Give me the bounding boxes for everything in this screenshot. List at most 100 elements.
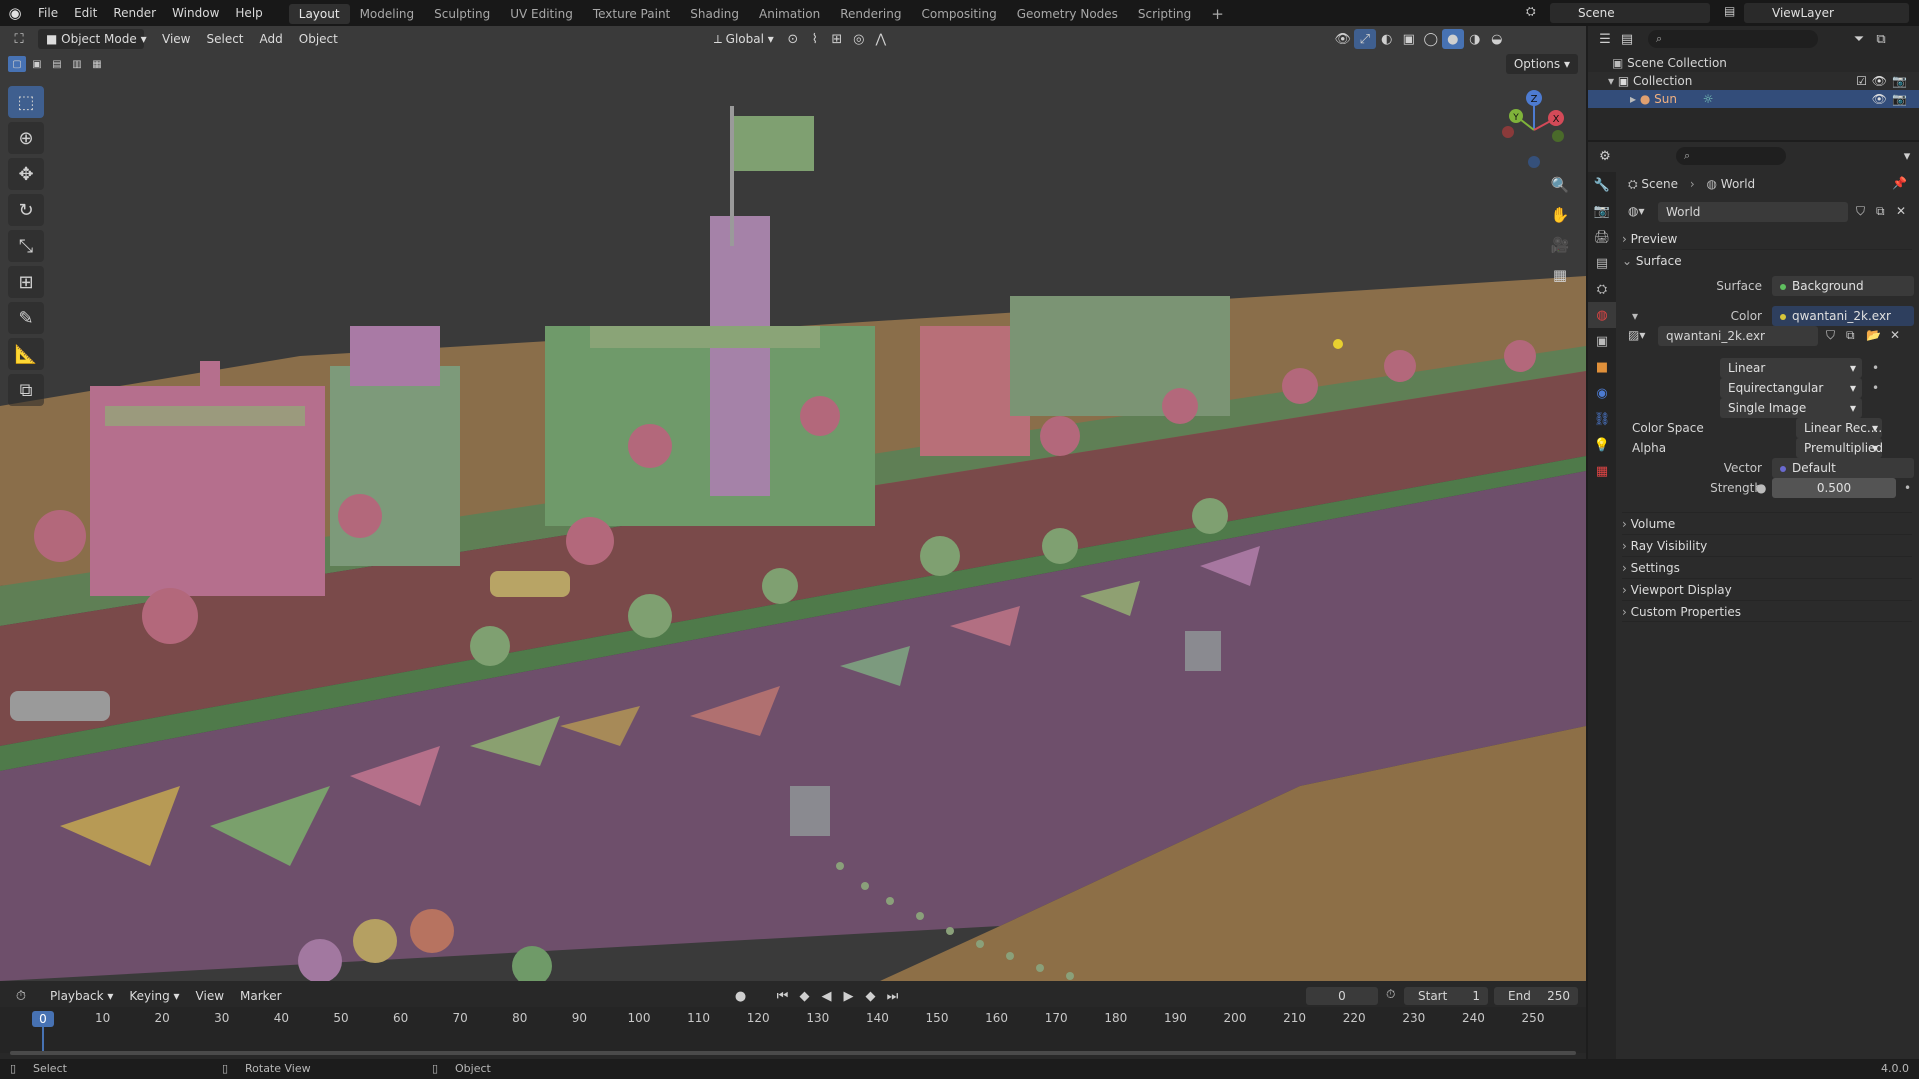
timeline-editor-icon[interactable]: ⏱ xyxy=(10,986,32,1006)
visibility-icon[interactable]: 👁 xyxy=(1332,29,1354,49)
world-name-field[interactable]: World xyxy=(1658,202,1848,222)
menu-object[interactable]: Object xyxy=(291,29,346,49)
playhead[interactable]: 0 xyxy=(32,1011,54,1027)
render-camera-icon[interactable]: 📷 xyxy=(1892,72,1907,90)
color-input-field[interactable]: qwantani_2k.exr xyxy=(1772,306,1914,326)
properties-search-input[interactable]: ⌕ xyxy=(1676,147,1786,165)
render-tab-icon[interactable]: 📷 xyxy=(1588,198,1616,224)
filter-icon[interactable]: ⏷ xyxy=(1848,29,1870,49)
sun-data-icon[interactable]: ☼ xyxy=(1703,92,1714,106)
select-intersect-icon[interactable]: ▦ xyxy=(88,56,106,72)
image-fake-user-icon[interactable]: ⛉ xyxy=(1826,328,1835,343)
visibility-eye-icon[interactable]: 👁 xyxy=(1872,72,1887,90)
outliner-row-sun[interactable]: ▸ ● Sun ☼ 👁 📷 xyxy=(1588,90,1919,108)
rotate-tool-icon[interactable]: ↻ xyxy=(8,194,44,226)
camera-view-icon[interactable]: 🎥 xyxy=(1546,232,1574,258)
projection-dropdown[interactable]: Equirectangular ▾ xyxy=(1720,378,1862,398)
ray-visibility-panel-header[interactable]: › Ray Visibility xyxy=(1622,534,1912,556)
tool-tab-icon[interactable]: 🔧 xyxy=(1588,172,1616,198)
scene-tab-icon[interactable]: ⛭ xyxy=(1588,276,1616,302)
transform-tool-icon[interactable]: ⊞ xyxy=(8,266,44,298)
keyframe-dot-icon[interactable]: • xyxy=(1904,478,1911,498)
tab-texture-paint[interactable]: Texture Paint xyxy=(583,4,680,24)
editor-type-icon[interactable]: ⛶ xyxy=(8,29,30,49)
expand-arrow-icon[interactable]: ▾ xyxy=(1608,74,1618,88)
unlink-icon[interactable]: ✕ xyxy=(1896,204,1906,218)
outliner-search-input[interactable]: ⌕ xyxy=(1648,30,1818,48)
properties-options-icon[interactable]: ▾ xyxy=(1896,146,1918,166)
falloff-icon[interactable]: ⋀ xyxy=(870,29,892,49)
jump-start-icon[interactable]: ⏮ xyxy=(772,986,794,1006)
select-subtract-icon[interactable]: ▤ xyxy=(48,56,66,72)
tab-rendering[interactable]: Rendering xyxy=(830,4,911,24)
object-tab-icon[interactable]: ■ xyxy=(1588,354,1616,380)
collection-tab-icon[interactable]: ▣ xyxy=(1588,328,1616,354)
world-browse-icon[interactable]: ◍▾ xyxy=(1628,204,1645,218)
menu-window[interactable]: Window xyxy=(164,0,227,26)
annotate-tool-icon[interactable]: ✎ xyxy=(8,302,44,334)
prev-keyframe-icon[interactable]: ◆ xyxy=(794,986,816,1006)
scene-selector-icon[interactable]: ⛭ xyxy=(1526,4,1536,19)
tab-layout[interactable]: Layout xyxy=(288,3,350,24)
overlay-icon[interactable]: ◐ xyxy=(1376,29,1398,49)
image-name-field[interactable]: qwantani_2k.exr xyxy=(1658,326,1818,346)
menu-file[interactable]: File xyxy=(30,0,66,26)
pivot-icon[interactable]: ⊙ xyxy=(782,29,804,49)
outliner-row-collection[interactable]: ▾ ▣ Collection ☑ 👁 📷 xyxy=(1588,72,1919,90)
settings-panel-header[interactable]: › Settings xyxy=(1622,556,1912,578)
image-unlink-icon[interactable]: ✕ xyxy=(1890,328,1900,342)
menu-edit[interactable]: Edit xyxy=(66,0,105,26)
clock-icon[interactable]: ⏱ xyxy=(1386,987,1395,1002)
menu-playback[interactable]: Playback ▾ xyxy=(42,986,121,1006)
scene-name-field[interactable]: Scene xyxy=(1550,3,1710,23)
menu-select[interactable]: Select xyxy=(198,29,251,49)
snap-target-icon[interactable]: ⊞ xyxy=(826,29,848,49)
measure-tool-icon[interactable]: 📐 xyxy=(8,338,44,370)
image-browse-icon[interactable]: ▨▾ xyxy=(1628,328,1645,342)
jump-end-icon[interactable]: ⏭ xyxy=(882,986,904,1006)
source-dropdown[interactable]: Single Image ▾ xyxy=(1720,398,1862,418)
current-frame-field[interactable]: 0 xyxy=(1306,987,1378,1005)
interpolation-dropdown[interactable]: Linear ▾ xyxy=(1720,358,1862,378)
next-keyframe-icon[interactable]: ◆ xyxy=(860,986,882,1006)
viewport-display-panel-header[interactable]: › Viewport Display xyxy=(1622,578,1912,600)
menu-help[interactable]: Help xyxy=(227,0,270,26)
image-open-icon[interactable]: 📂 xyxy=(1866,328,1881,342)
mode-selector[interactable]: ■ Object Mode ▾ xyxy=(38,29,147,49)
strength-input[interactable]: 0.500 xyxy=(1772,478,1896,498)
checkbox-icon[interactable]: ☑ xyxy=(1856,72,1867,90)
zoom-icon[interactable]: 🔍 xyxy=(1546,172,1574,198)
properties-editor-icon[interactable]: ⚙ xyxy=(1594,146,1616,166)
select-box-tool-icon[interactable]: ⬚ xyxy=(8,86,44,118)
pin-icon[interactable]: 📌 xyxy=(1892,176,1907,190)
vector-input-field[interactable]: Default xyxy=(1772,458,1914,478)
scale-tool-icon[interactable]: ⤡ xyxy=(8,230,44,262)
color-space-dropdown[interactable]: Linear Rec.... ▾ xyxy=(1796,418,1882,438)
transform-orientation-selector[interactable]: ⟂ Global ▾ xyxy=(706,29,782,49)
perspective-grid-icon[interactable]: ▦ xyxy=(1546,262,1574,288)
tab-uv-editing[interactable]: UV Editing xyxy=(500,4,583,24)
volume-panel-header[interactable]: › Volume xyxy=(1622,512,1912,534)
move-tool-icon[interactable]: ✥ xyxy=(8,158,44,190)
surface-panel-header[interactable]: ⌄ Surface xyxy=(1622,250,1912,272)
solid-shading-icon[interactable]: ● xyxy=(1441,29,1464,49)
outliner-editor-icon[interactable]: ☰ xyxy=(1594,29,1616,49)
view-layer-icon[interactable]: ▤ xyxy=(1724,4,1735,18)
tab-geometry-nodes[interactable]: Geometry Nodes xyxy=(1007,4,1128,24)
select-new-icon[interactable]: ▢ xyxy=(8,56,26,72)
record-icon[interactable]: ● xyxy=(730,986,752,1006)
material-shading-icon[interactable]: ◑ xyxy=(1464,29,1486,49)
image-duplicate-icon[interactable]: ⧉ xyxy=(1846,328,1855,343)
custom-properties-panel-header[interactable]: › Custom Properties xyxy=(1622,600,1912,622)
snap-icon[interactable]: ⌇ xyxy=(804,29,826,49)
options-dropdown[interactable]: Options ▾ xyxy=(1505,54,1578,74)
tab-shading[interactable]: Shading xyxy=(680,4,749,24)
outliner-row-scene-collection[interactable]: ▣ Scene Collection xyxy=(1588,54,1919,72)
view-layer-tab-icon[interactable]: ▤ xyxy=(1588,250,1616,276)
wireframe-shading-icon[interactable]: ◯ xyxy=(1420,29,1442,49)
output-tab-icon[interactable]: 🖨 xyxy=(1588,224,1616,250)
duplicate-icon[interactable]: ⧉ xyxy=(1876,204,1885,219)
world-tab-icon[interactable]: ◍ xyxy=(1588,302,1616,328)
render-camera-icon[interactable]: 📷 xyxy=(1892,90,1907,108)
select-invert-icon[interactable]: ▥ xyxy=(68,56,86,72)
